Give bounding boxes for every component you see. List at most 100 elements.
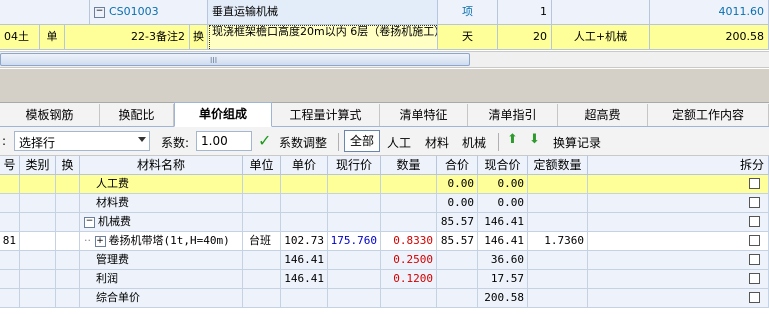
- row-split[interactable]: [588, 289, 769, 308]
- row-split[interactable]: [588, 175, 769, 194]
- row-current-price[interactable]: [328, 175, 381, 194]
- collapse-icon[interactable]: −: [84, 216, 95, 228]
- row-no[interactable]: [0, 270, 20, 289]
- row-quantity[interactable]: 0.8330: [381, 232, 437, 251]
- row-quota-qty[interactable]: [528, 194, 588, 213]
- row-unit[interactable]: 台班: [243, 232, 281, 251]
- quota-num[interactable]: 04土: [0, 25, 40, 50]
- row-no[interactable]: 81: [0, 232, 20, 251]
- tab-height-surcharge[interactable]: 超高费: [558, 104, 648, 126]
- row-total[interactable]: 85.57: [437, 213, 478, 232]
- column-header-current-price[interactable]: 现行价: [328, 156, 381, 175]
- row-current-total[interactable]: 146.41: [478, 232, 528, 251]
- row-swap[interactable]: [56, 251, 80, 270]
- item-unit[interactable]: 项: [438, 0, 498, 25]
- split-checkbox[interactable]: [749, 178, 760, 189]
- row-material-name[interactable]: ·· + 卷扬机带塔(1t,H=40m): [80, 232, 243, 251]
- row-category[interactable]: [20, 213, 56, 232]
- row-quantity[interactable]: 0.1200: [381, 270, 437, 289]
- row-total[interactable]: [437, 289, 478, 308]
- row-quota-qty[interactable]: [528, 251, 588, 270]
- row-split[interactable]: [588, 270, 769, 289]
- row-current-total[interactable]: 0.00: [478, 194, 528, 213]
- row-no[interactable]: [0, 194, 20, 213]
- tab-mix-ratio[interactable]: 换配比: [100, 104, 174, 126]
- row-current-price[interactable]: [328, 270, 381, 289]
- quota-spec[interactable]: 人工+机械: [552, 25, 650, 50]
- coefficient-input[interactable]: 1.00: [196, 131, 252, 151]
- row-swap[interactable]: [56, 175, 80, 194]
- row-unit[interactable]: [243, 251, 281, 270]
- quota-kind[interactable]: 单: [40, 25, 65, 50]
- row-unit[interactable]: [243, 213, 281, 232]
- quota-swap[interactable]: 换: [190, 25, 208, 50]
- row-current-price[interactable]: [328, 194, 381, 213]
- item-amount[interactable]: 4011.60: [650, 0, 769, 25]
- row-category[interactable]: [20, 194, 56, 213]
- row-material-name[interactable]: 管理费: [80, 251, 243, 270]
- split-checkbox[interactable]: [749, 292, 760, 303]
- chevron-down-icon[interactable]: [138, 137, 146, 142]
- quota-name-editor[interactable]: 现浇框架檐口高度20m以内 6层（卷扬机施工）: [209, 25, 437, 49]
- scrollbar-thumb[interactable]: [0, 53, 470, 66]
- row-no[interactable]: [0, 289, 20, 308]
- row-unit[interactable]: [243, 270, 281, 289]
- row-material-name[interactable]: 人工费: [80, 175, 243, 194]
- column-header-split[interactable]: 拆分: [588, 156, 769, 175]
- row-category[interactable]: [20, 289, 56, 308]
- filter-labor-button[interactable]: 人工: [387, 134, 411, 151]
- cell-empty[interactable]: [0, 0, 90, 25]
- filter-machine-button[interactable]: 机械: [462, 134, 486, 151]
- row-material-name[interactable]: − 机械费: [80, 213, 243, 232]
- quota-name-cell[interactable]: 现浇框架檐口高度20m以内 6层（卷扬机施工）: [208, 25, 438, 50]
- row-total[interactable]: [437, 270, 478, 289]
- row-current-total[interactable]: 0.00: [478, 175, 528, 194]
- item-code-cell[interactable]: − CS01003: [90, 0, 208, 25]
- row-unit-price[interactable]: [281, 175, 328, 194]
- column-header-total[interactable]: 合价: [437, 156, 478, 175]
- column-header-category[interactable]: 类别: [20, 156, 56, 175]
- column-header-current-total[interactable]: 现合价: [478, 156, 528, 175]
- row-no[interactable]: [0, 251, 20, 270]
- splitter-area[interactable]: [0, 69, 769, 103]
- row-quota-qty[interactable]: [528, 213, 588, 232]
- row-selector-dropdown[interactable]: 选择行: [14, 131, 150, 151]
- tab-list-features[interactable]: 清单特征: [380, 104, 468, 126]
- row-quantity[interactable]: [381, 175, 437, 194]
- cell-empty[interactable]: [552, 0, 650, 25]
- column-header-no[interactable]: 号: [0, 156, 20, 175]
- calc-record-button[interactable]: 换算记录: [553, 134, 601, 151]
- row-unit-price[interactable]: 146.41: [281, 270, 328, 289]
- column-header-swap[interactable]: 换: [56, 156, 80, 175]
- checkmark-icon[interactable]: ✓: [258, 131, 271, 150]
- row-current-total[interactable]: 200.58: [478, 289, 528, 308]
- row-unit-price[interactable]: 146.41: [281, 251, 328, 270]
- row-material-name[interactable]: 利润: [80, 270, 243, 289]
- row-unit-price[interactable]: 102.73: [281, 232, 328, 251]
- row-current-price[interactable]: [328, 289, 381, 308]
- row-split[interactable]: [588, 251, 769, 270]
- row-material-name[interactable]: 材料费: [80, 194, 243, 213]
- row-swap[interactable]: [56, 213, 80, 232]
- tab-formwork-rebar[interactable]: 模板钢筋: [0, 104, 100, 126]
- row-split[interactable]: [588, 194, 769, 213]
- row-quantity[interactable]: 0.2500: [381, 251, 437, 270]
- row-total[interactable]: 0.00: [437, 175, 478, 194]
- row-swap[interactable]: [56, 194, 80, 213]
- column-header-unit[interactable]: 单位: [243, 156, 281, 175]
- quota-qty[interactable]: 20: [498, 25, 552, 50]
- row-unit-price[interactable]: [281, 289, 328, 308]
- row-swap[interactable]: [56, 270, 80, 289]
- row-quantity[interactable]: [381, 194, 437, 213]
- move-up-arrow-icon[interactable]: ⬆: [507, 132, 518, 147]
- coefficient-adjust-button[interactable]: 系数调整: [279, 134, 327, 151]
- row-current-price[interactable]: [328, 213, 381, 232]
- column-header-quota-qty[interactable]: 定额数量: [528, 156, 588, 175]
- filter-all-button[interactable]: 全部: [344, 130, 380, 152]
- filter-material-button[interactable]: 材料: [425, 134, 449, 151]
- row-total[interactable]: [437, 251, 478, 270]
- row-no[interactable]: [0, 175, 20, 194]
- row-quota-qty[interactable]: [528, 289, 588, 308]
- split-checkbox[interactable]: [749, 254, 760, 265]
- tab-unit-price-composition[interactable]: 单价组成: [174, 102, 272, 127]
